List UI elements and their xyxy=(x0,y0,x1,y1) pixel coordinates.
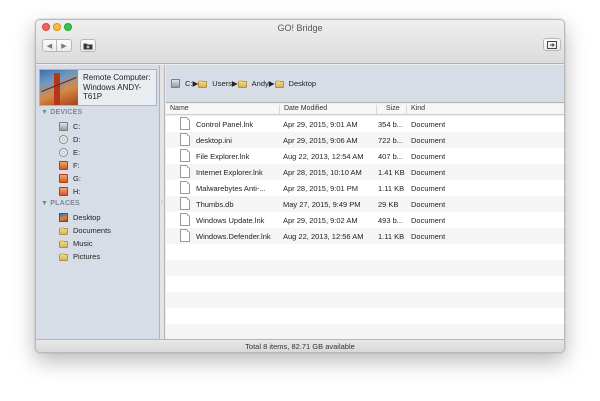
cd-drive-icon xyxy=(59,147,68,157)
go-bridge-window: GO! Bridge ◀ ▶ Remote Computer: Windows … xyxy=(35,19,565,353)
table-row[interactable]: desktop.ini Apr 29, 2015, 9:06 AM 722 b.… xyxy=(166,132,564,148)
breadcrumb-item-users[interactable]: Users xyxy=(198,79,232,88)
folder-icon xyxy=(59,226,68,235)
folder-icon xyxy=(198,80,208,88)
forward-button[interactable]: ▶ xyxy=(57,39,72,52)
file-list-header: Name Date Modified Size Kind xyxy=(166,104,564,115)
desktop-icon xyxy=(59,212,68,222)
usb-drive-icon xyxy=(59,186,68,196)
table-row[interactable]: Thumbs.db May 27, 2015, 9:49 PM 29 KB Do… xyxy=(166,196,564,212)
column-header-name[interactable]: Name xyxy=(166,105,189,115)
sidebar-item-pictures[interactable]: Pictures xyxy=(59,250,100,262)
window-title: GO! Bridge xyxy=(277,23,323,33)
places-header[interactable]: ▼ PLACES xyxy=(41,200,80,207)
column-header-kind[interactable]: Kind xyxy=(406,105,460,115)
remote-wallpaper-thumbnail xyxy=(40,70,78,105)
sidebar-item-f[interactable]: F: xyxy=(59,159,80,171)
cd-drive-icon xyxy=(59,134,68,144)
hard-drive-icon xyxy=(59,121,68,131)
sidebar-item-d[interactable]: D: xyxy=(59,133,81,145)
history-nav: ◀ ▶ xyxy=(42,39,72,52)
sidebar-item-music[interactable]: Music xyxy=(59,237,93,249)
column-header-date[interactable]: Date Modified xyxy=(279,105,376,115)
document-icon xyxy=(180,229,190,242)
table-row[interactable]: Control Panel.lnk Apr 29, 2015, 9:01 AM … xyxy=(166,116,564,132)
sidebar-item-h[interactable]: H: xyxy=(59,185,81,197)
document-icon xyxy=(180,149,190,162)
usb-drive-icon xyxy=(59,160,68,170)
breadcrumb-item-desktop[interactable]: Desktop xyxy=(274,79,316,88)
sidebar-item-e[interactable]: E: xyxy=(59,146,80,158)
document-icon xyxy=(180,133,190,146)
table-row[interactable]: Windows Update.lnk Apr 29, 2015, 9:02 AM… xyxy=(166,212,564,228)
document-icon xyxy=(180,117,190,130)
devices-header[interactable]: ▼ DEVICES xyxy=(41,109,82,116)
sidebar-item-desktop[interactable]: Desktop xyxy=(59,211,101,223)
document-icon xyxy=(180,181,190,194)
sidebar-item-documents[interactable]: Documents xyxy=(59,224,111,236)
empty-row xyxy=(166,276,564,292)
file-list: Control Panel.lnk Apr 29, 2015, 9:01 AM … xyxy=(166,116,564,339)
table-row[interactable]: File Explorer.lnk Aug 22, 2013, 12:54 AM… xyxy=(166,148,564,164)
sidebar-item-g[interactable]: G: xyxy=(59,172,81,184)
empty-row xyxy=(166,260,564,276)
empty-row xyxy=(166,292,564,308)
usb-drive-icon xyxy=(59,173,68,183)
status-bar: Total 8 items, 82.71 GB available xyxy=(36,339,564,352)
sidebar-item-c[interactable]: C: xyxy=(59,120,81,132)
breadcrumb-item-c[interactable]: C: xyxy=(171,79,193,88)
folder-icon xyxy=(237,80,247,88)
sidebar-toggle-icon xyxy=(547,40,557,49)
document-icon xyxy=(180,165,190,178)
table-row[interactable]: Internet Explorer.lnk Apr 28, 2015, 10:1… xyxy=(166,164,564,180)
empty-row xyxy=(166,308,564,324)
column-header-size[interactable]: Size xyxy=(376,105,406,115)
sidebar-toggle-button[interactable] xyxy=(543,38,561,51)
breadcrumb: C: ▶ Users ▶ Andy ▶ Desktop xyxy=(166,65,564,103)
remote-computer-card[interactable]: Remote Computer: Windows ANDY- T61P xyxy=(39,69,157,106)
breadcrumb-item-andy[interactable]: Andy xyxy=(237,79,269,88)
table-row[interactable]: Windows.Defender.lnk Aug 22, 2013, 12:56… xyxy=(166,228,564,244)
table-row[interactable]: Malwarebytes Anti-... Apr 28, 2015, 9:01… xyxy=(166,180,564,196)
titlebar: GO! Bridge ◀ ▶ xyxy=(36,20,564,64)
sidebar-splitter[interactable]: ⁝ xyxy=(160,65,165,339)
grip-icon: ⁝ xyxy=(161,200,163,206)
document-icon xyxy=(180,213,190,226)
folder-plus-icon xyxy=(83,43,93,49)
sidebar: Remote Computer: Windows ANDY- T61P ▼ DE… xyxy=(36,65,160,339)
folder-icon xyxy=(59,252,68,261)
document-icon xyxy=(180,197,190,210)
back-button[interactable]: ◀ xyxy=(42,39,57,52)
remote-computer-label: Remote Computer: Windows ANDY- T61P xyxy=(83,73,151,102)
folder-icon xyxy=(59,239,68,248)
hard-drive-icon xyxy=(171,79,180,88)
empty-row xyxy=(166,324,564,339)
folder-icon xyxy=(274,80,284,88)
forward-arrow-icon: ▶ xyxy=(61,42,67,50)
empty-row xyxy=(166,244,564,260)
back-arrow-icon: ◀ xyxy=(46,42,53,50)
new-folder-button[interactable] xyxy=(80,39,96,52)
